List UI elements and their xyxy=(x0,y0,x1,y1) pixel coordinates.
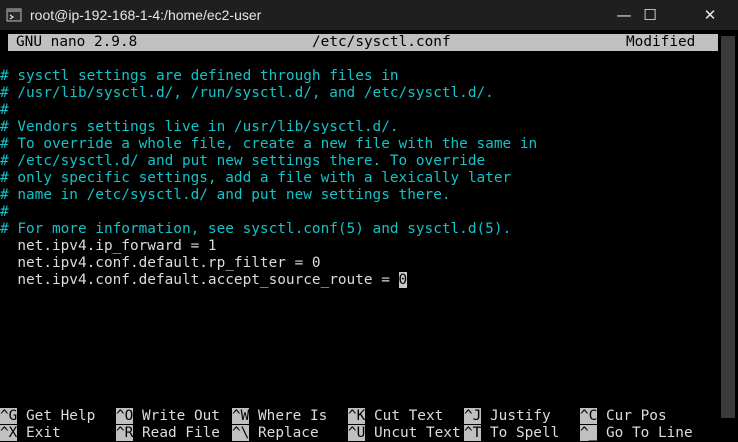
shortcut-label: Uncut Text xyxy=(365,425,461,441)
shortcut-cut-text[interactable]: ^K Cut Text xyxy=(348,408,443,425)
shortcut-read-file[interactable]: ^R Read File xyxy=(116,425,220,442)
shortcut-key: ^G xyxy=(0,408,18,424)
shortcut-key: ^C xyxy=(580,408,598,424)
comment-line: # Vendors settings live in /usr/lib/sysc… xyxy=(0,119,399,135)
text-cursor: 0 xyxy=(398,272,408,288)
terminal-app-icon xyxy=(6,8,22,22)
shortcut-label: To Spell xyxy=(481,425,560,441)
maximize-button[interactable]: ☐ xyxy=(627,0,673,30)
comment-line: # To override a whole file, create a new… xyxy=(0,136,538,152)
shortcut-uncut-text[interactable]: ^U Uncut Text xyxy=(348,425,461,442)
close-icon: ✕ xyxy=(703,6,717,24)
window-title: root@ip-192-168-1-4:/home/ec2-user xyxy=(30,7,262,23)
shortcut-key: ^K xyxy=(348,408,366,424)
text-editor-area[interactable]: # sysctl settings are defined through fi… xyxy=(0,68,718,289)
comment-line: # /usr/lib/sysctl.d/, /run/sysctl.d/, an… xyxy=(0,85,494,101)
comment-line: # xyxy=(0,204,9,220)
nano-version: GNU nano 2.9.8 xyxy=(16,34,138,50)
file-name: /etc/sysctl.conf xyxy=(312,34,451,50)
comment-line: # name in /etc/sysctl.d/ and put new set… xyxy=(0,187,451,203)
shortcut-label: Replace xyxy=(249,425,319,441)
shortcut-label: Where Is xyxy=(249,408,328,424)
shortcut-justify[interactable]: ^J Justify xyxy=(464,408,551,425)
shortcut-key: ^U xyxy=(348,425,366,441)
shortcut-key: ^X xyxy=(0,425,18,441)
shortcut-label: Go To Line xyxy=(597,425,693,441)
maximize-icon: ☐ xyxy=(643,6,657,24)
comment-line: # xyxy=(0,102,9,118)
shortcut-cur-pos[interactable]: ^C Cur Pos xyxy=(580,408,667,425)
config-line: net.ipv4.ip_forward = 1 xyxy=(0,238,217,254)
shortcut-replace[interactable]: ^\ Replace xyxy=(232,425,319,442)
comment-line: # sysctl settings are defined through fi… xyxy=(0,68,399,84)
shortcut-label: Write Out xyxy=(133,408,220,424)
config-line: net.ipv4.conf.default.rp_filter = 0 xyxy=(0,255,321,271)
shortcut-key: ^J xyxy=(464,408,482,424)
comment-line: # For more information, see sysctl.conf(… xyxy=(0,221,512,237)
shortcut-label: Exit xyxy=(17,425,61,441)
shortcut-label: Get Help xyxy=(17,408,96,424)
close-button[interactable]: ✕ xyxy=(687,0,733,30)
shortcut-key: ^O xyxy=(116,408,134,424)
shortcut-key: ^\ xyxy=(232,425,250,441)
shortcut-key: ^_ xyxy=(580,425,598,441)
config-line: net.ipv4.conf.default.accept_source_rout… xyxy=(0,272,408,288)
shortcut-key: ^W xyxy=(232,408,250,424)
shortcut-label: Justify xyxy=(481,408,551,424)
shortcut-get-help[interactable]: ^G Get Help xyxy=(0,408,95,425)
shortcut-key: ^R xyxy=(116,425,134,441)
modified-status: Modified xyxy=(626,34,696,50)
shortcut-go-to-line[interactable]: ^_ Go To Line xyxy=(580,425,693,442)
scrollbar[interactable] xyxy=(718,30,738,442)
shortcut-bar: ^G Get Help ^O Write Out ^W Where Is ^K Cut… xyxy=(0,408,718,442)
window-titlebar: root@ip-192-168-1-4:/home/ec2-user — ☐ ✕ xyxy=(0,0,738,30)
comment-line: # only specific settings, add a file wit… xyxy=(0,170,512,186)
shortcut-to-spell[interactable]: ^T To Spell xyxy=(464,425,559,442)
comment-line: # /etc/sysctl.d/ and put new settings th… xyxy=(0,153,486,169)
shortcut-label: Read File xyxy=(133,425,220,441)
shortcut-label: Cut Text xyxy=(365,408,444,424)
shortcut-label: Cur Pos xyxy=(597,408,667,424)
scrollbar-thumb[interactable] xyxy=(721,36,735,418)
shortcut-exit[interactable]: ^X Exit xyxy=(0,425,61,442)
shortcut-where-is[interactable]: ^W Where Is xyxy=(232,408,327,425)
nano-header-bar: GNU nano 2.9.8 /etc/sysctl.conf Modified xyxy=(8,34,718,51)
shortcut-write-out[interactable]: ^O Write Out xyxy=(116,408,220,425)
shortcut-key: ^T xyxy=(464,425,482,441)
